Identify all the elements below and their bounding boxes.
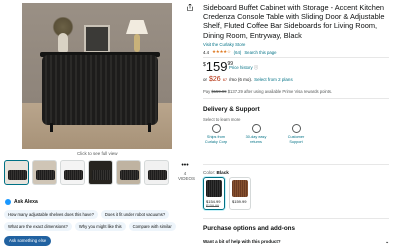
product-title: Sideboard Buffet Cabinet with Storage - …: [203, 3, 385, 40]
color-swatches: $154.99 $159.99 $159.99: [203, 177, 251, 210]
ask-chip[interactable]: Compare with similar: [128, 222, 176, 231]
share-icon[interactable]: [187, 4, 193, 11]
thumb-cabinet: [92, 170, 111, 180]
thumb-cabinet: [120, 170, 139, 180]
divider: [203, 164, 389, 165]
plan-period: /mo (6 mo).: [229, 77, 253, 82]
thumbnail[interactable]: [144, 160, 169, 185]
color-label: Color:: [203, 170, 216, 175]
purchase-options-heading: Purchase options and add-ons: [203, 225, 296, 232]
cabinet-leg: [148, 123, 151, 132]
thumb-cabinet: [148, 170, 167, 180]
payment-plan: or $26 67 /mo (6 mo). Select from 2 plan…: [203, 76, 293, 83]
divider: [203, 57, 389, 58]
color-row: Color: Black: [203, 170, 229, 175]
ask-chip[interactable]: How many adjustable shelves does this ha…: [4, 210, 98, 219]
thumbnail[interactable]: [116, 160, 141, 185]
wall-art: [84, 25, 110, 53]
more-dots-icon: •••: [181, 162, 189, 169]
customer-support-item[interactable]: Customer Support: [283, 124, 309, 144]
videos-thumbnail[interactable]: ••• 4 VIDEOS: [178, 161, 196, 185]
price-history: Price history ⓘ: [229, 65, 258, 71]
swatch-price: $159.99: [232, 199, 247, 204]
swatch-black[interactable]: $154.99 $159.99: [203, 177, 225, 210]
delivery-heading: Delivery & Support: [203, 106, 260, 113]
help-text: Want a bit of help with this product?: [203, 239, 281, 244]
thumbnail[interactable]: [32, 160, 57, 185]
plan-amount-fraction: 67: [222, 77, 228, 82]
truck-icon: [211, 124, 221, 133]
support-label: 30-day easy returns: [245, 135, 267, 144]
videos-label: 4 VIDEOS: [178, 171, 196, 181]
swatch-brown[interactable]: $159.99: [229, 177, 251, 210]
thumb-cabinet: [8, 170, 27, 180]
ask-chip[interactable]: Does it fit under robot vacuums?: [100, 210, 170, 219]
info-icon[interactable]: ⓘ: [254, 65, 258, 70]
rating-row: 4.4 ★★★★☆ (64) Search this page: [203, 49, 277, 55]
ask-alexa-title: Ask Alexa: [14, 199, 38, 205]
sideboard-cabinet: [42, 55, 158, 125]
ask-chips: How many adjustable shelves does this ha…: [4, 210, 194, 231]
prime-visa-line: Pay $159.99 $137.29 after using availabl…: [203, 89, 332, 94]
swatch-image: [206, 180, 222, 197]
return-icon: [251, 124, 261, 133]
search-page-link[interactable]: Search this page: [244, 50, 276, 55]
price-history-link[interactable]: Price history: [229, 65, 253, 70]
returns-item[interactable]: 30-day easy returns: [243, 124, 269, 144]
support-label: Customer Support: [287, 135, 305, 144]
support-label: Ships from Curlaky Corp: [204, 135, 228, 144]
click-full-view[interactable]: Click to see full view: [77, 151, 118, 156]
star-rating-icon[interactable]: ★★★★☆: [212, 49, 231, 55]
review-count[interactable]: (64): [234, 50, 242, 55]
ships-from-item[interactable]: Ships from Curlaky Corp: [203, 124, 229, 144]
pay-prefix: Pay: [203, 89, 211, 94]
cabinet-leg: [50, 123, 53, 132]
chevron-down-icon: ⌄: [385, 239, 389, 244]
select-plans-link[interactable]: Select from 2 plans: [254, 77, 293, 82]
alexa-icon: [5, 199, 11, 205]
thumb-cabinet: [36, 170, 55, 180]
thumbnail-strip: [4, 160, 169, 186]
ask-something-else-button[interactable]: Ask something else: [4, 236, 52, 246]
divider: [203, 98, 389, 99]
plan-or: or: [203, 77, 208, 82]
delivery-subtext: Select to learn more: [203, 117, 241, 122]
ask-chip[interactable]: What are the exact dimensions?: [4, 222, 72, 231]
ask-alexa-header: Ask Alexa: [5, 199, 38, 205]
thumbnail[interactable]: [88, 160, 113, 185]
lamp-base: [134, 34, 140, 52]
divider: [203, 218, 389, 219]
thumbnail[interactable]: [4, 160, 29, 185]
rating-value: 4.4: [203, 49, 209, 55]
price-whole: 159: [205, 59, 228, 74]
support-icon: [291, 124, 301, 133]
support-items: Ships from Curlaky Corp 30-day easy retu…: [203, 124, 309, 144]
color-value: Black: [216, 170, 229, 175]
swatch-list-price: $159.99: [206, 204, 219, 208]
thumb-cabinet: [64, 170, 83, 180]
pay-original-price: $159.99: [211, 89, 227, 94]
ask-chip[interactable]: Why you might like this: [74, 222, 126, 231]
pay-line-text: $137.29 after using available Prime Visa…: [227, 89, 333, 94]
help-row[interactable]: Want a bit of help with this product? ⌄: [203, 239, 389, 245]
main-product-image[interactable]: [22, 3, 172, 149]
plan-amount: $26: [209, 76, 221, 83]
swatch-image: [232, 180, 248, 197]
thumbnail[interactable]: [60, 160, 85, 185]
vase: [58, 33, 68, 53]
store-link[interactable]: Visit the Curlaky Store: [203, 42, 245, 47]
